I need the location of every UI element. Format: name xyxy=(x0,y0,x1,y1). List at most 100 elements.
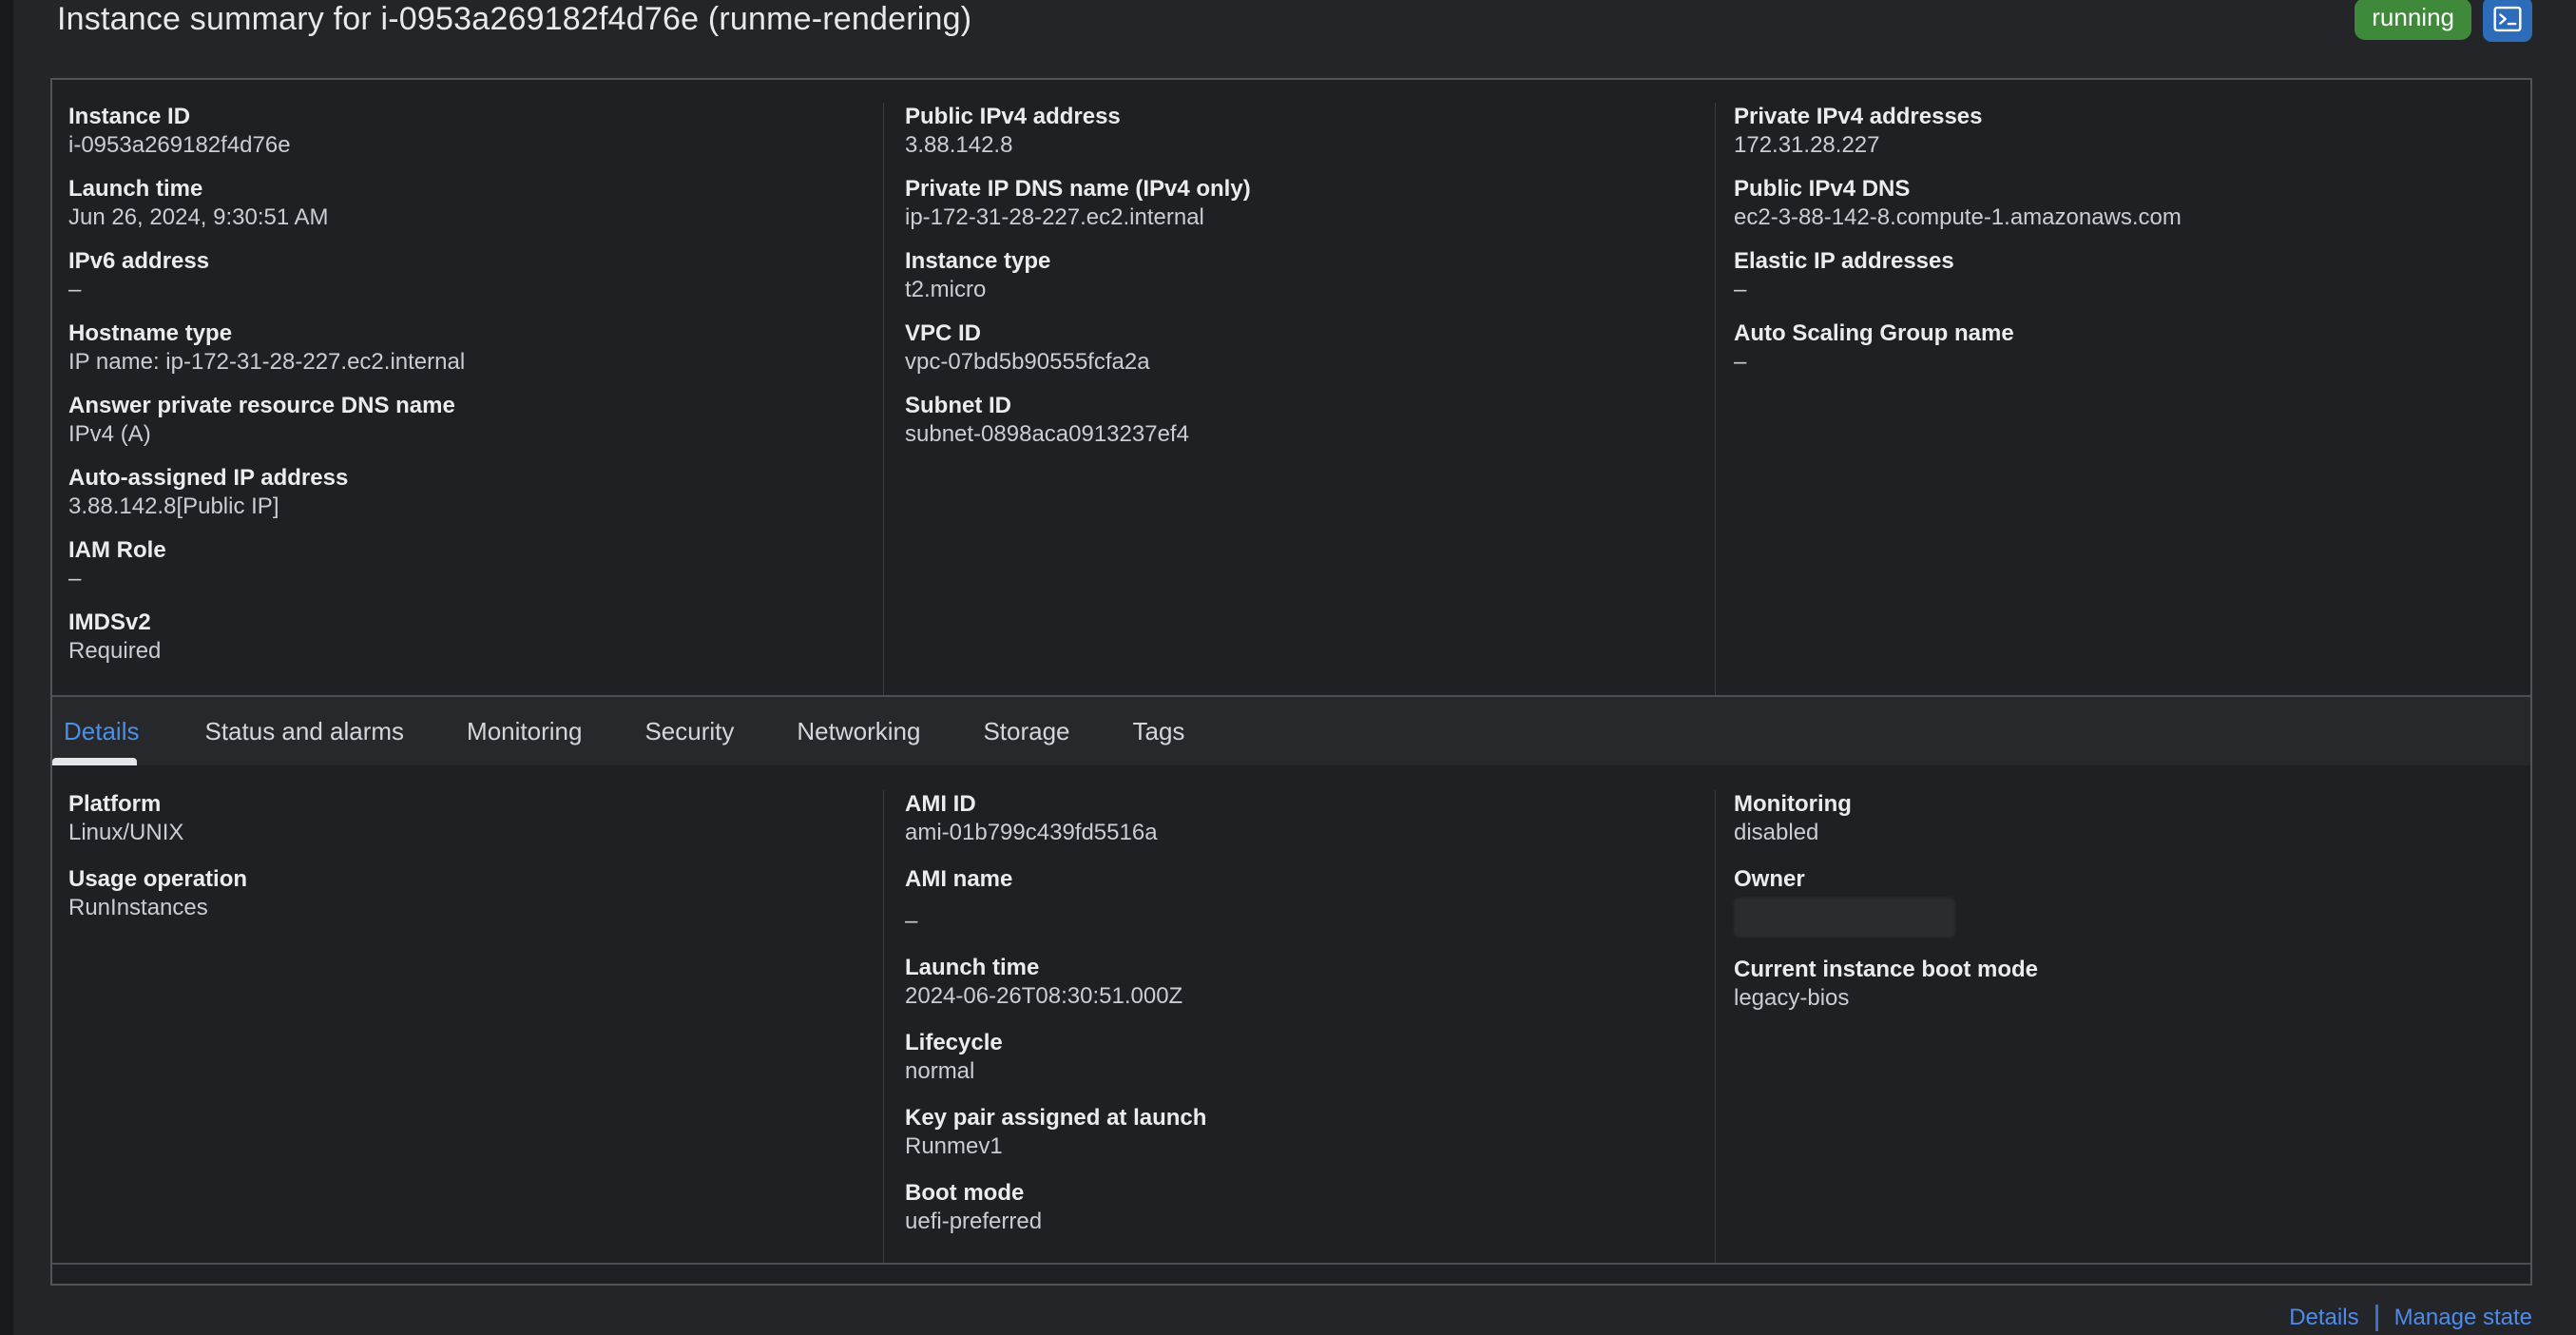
details-column-1: Platform Linux/UNIX Usage operation RunI… xyxy=(52,790,884,1263)
field-current-instance-boot-mode: Current instance boot mode legacy-bios xyxy=(1734,956,2506,1013)
field-value: IP name: ip-172-31-28-227.ec2.internal xyxy=(68,349,466,375)
field-auto-assigned-ip-address: Auto-assigned IP address 3.88.142.8[Publ… xyxy=(68,464,858,521)
instance-summary-header: Instance summary for i-0953a269182f4d76e… xyxy=(57,0,2532,46)
tab-details[interactable]: Details xyxy=(52,697,173,765)
field-ipv6-address: IPv6 address – xyxy=(68,247,858,304)
subnet-id-link[interactable]: subnet-0898aca0913237ef4 xyxy=(905,420,1189,449)
field-label: Private IPv4 addresses xyxy=(1734,104,1983,129)
connect-button[interactable] xyxy=(2483,0,2532,42)
footer-actions: Details Manage state xyxy=(2289,1305,2532,1331)
field-label: Launch time xyxy=(68,176,203,202)
footer-separator xyxy=(2374,1305,2378,1331)
field-subnet-id: Subnet ID subnet-0898aca0913237ef4 xyxy=(905,392,1690,449)
details-link[interactable]: Details xyxy=(2289,1305,2358,1331)
field-label: Hostname type xyxy=(68,320,233,346)
field-iam-role: IAM Role – xyxy=(68,536,858,593)
field-label: Current instance boot mode xyxy=(1734,957,2039,982)
field-ami-name: AMI name – xyxy=(905,865,1690,936)
field-answer-private-resource-dns-name: Answer private resource DNS name IPv4 (A… xyxy=(68,392,858,449)
field-monitoring: Monitoring disabled xyxy=(1734,790,2506,847)
manage-state-link[interactable]: Manage state xyxy=(2394,1305,2532,1331)
field-label: Private IP DNS name (IPv4 only) xyxy=(905,176,1251,202)
field-platform: Platform Linux/UNIX xyxy=(68,790,858,847)
status-badge: running xyxy=(2355,0,2471,41)
field-value: ip-172-31-28-227.ec2.internal xyxy=(905,204,1204,230)
field-value: 172.31.28.227 xyxy=(1734,132,1880,158)
field-label: IPv6 address xyxy=(68,248,210,274)
field-value: Jun 26, 2024, 9:30:51 AM xyxy=(68,204,329,230)
key-pair-link[interactable]: Runmev1 xyxy=(905,1132,1003,1161)
summary-column-3: Private IPv4 addresses 172.31.28.227 Pub… xyxy=(1716,103,2530,695)
field-label: Lifecycle xyxy=(905,1030,1003,1055)
field-value: – xyxy=(1734,277,1747,302)
tab-networking[interactable]: Networking xyxy=(765,697,952,765)
details-column-2: AMI ID ami-01b799c439fd5516a AMI name – … xyxy=(884,790,1716,1263)
field-value: 2024-06-26T08:30:51.000Z xyxy=(905,983,1183,1009)
field-value: uefi-preferred xyxy=(905,1209,1043,1234)
field-lifecycle: Lifecycle normal xyxy=(905,1029,1690,1086)
field-value: – xyxy=(68,566,82,591)
field-private-ipv4-addresses: Private IPv4 addresses 172.31.28.227 xyxy=(1734,103,2506,160)
page-title: Instance summary for i-0953a269182f4d76e… xyxy=(57,0,972,37)
field-label: IMDSv2 xyxy=(68,609,151,635)
field-value: legacy-bios xyxy=(1734,985,1850,1011)
field-label: Boot mode xyxy=(905,1180,1025,1206)
field-instance-type: Instance type t2.micro xyxy=(905,247,1690,304)
field-value: t2.micro xyxy=(905,277,987,302)
field-label: VPC ID xyxy=(905,320,982,346)
field-label: Public IPv4 DNS xyxy=(1734,176,1911,202)
field-public-ipv4-address: Public IPv4 address 3.88.142.8 xyxy=(905,103,1690,160)
field-label: Usage operation xyxy=(68,866,248,892)
field-instance-id: Instance ID i-0953a269182f4d76e xyxy=(68,103,858,160)
field-label: AMI name xyxy=(905,866,1013,892)
field-ami-id: AMI ID ami-01b799c439fd5516a xyxy=(905,790,1690,847)
field-launch-time-utc: Launch time 2024-06-26T08:30:51.000Z xyxy=(905,954,1690,1011)
tab-security[interactable]: Security xyxy=(613,697,765,765)
vpc-id-link[interactable]: vpc-07bd5b90555fcfa2a xyxy=(905,348,1150,377)
field-label: Key pair assigned at launch xyxy=(905,1105,1207,1131)
field-value: 3.88.142.8 xyxy=(905,132,1013,158)
terminal-icon xyxy=(2490,3,2525,35)
field-value: – xyxy=(1734,349,1747,375)
field-value: Required xyxy=(68,638,162,664)
tab-storage[interactable]: Storage xyxy=(952,697,1101,765)
details-tab-panel: Platform Linux/UNIX Usage operation RunI… xyxy=(52,765,2530,1265)
field-elastic-ip-addresses: Elastic IP addresses – xyxy=(1734,247,2506,304)
field-label: Public IPv4 address xyxy=(905,104,1121,129)
field-label: Auto-assigned IP address xyxy=(68,465,349,491)
field-label: Platform xyxy=(68,791,162,817)
field-label: Instance ID xyxy=(68,104,191,129)
field-label: IAM Role xyxy=(68,537,166,563)
field-value: ami-01b799c439fd5516a xyxy=(905,820,1158,845)
tab-status-and-alarms[interactable]: Status and alarms xyxy=(173,697,435,765)
field-value: IPv4 (A) xyxy=(68,421,151,447)
field-imdsv2: IMDSv2 Required xyxy=(68,609,858,666)
field-value: ec2-3-88-142-8.compute-1.amazonaws.com xyxy=(1734,204,2182,230)
field-public-ipv4-dns: Public IPv4 DNS ec2-3-88-142-8.compute-1… xyxy=(1734,175,2506,232)
field-label: Launch time xyxy=(905,955,1040,980)
window-left-edge xyxy=(0,0,13,1335)
field-value: i-0953a269182f4d76e xyxy=(68,132,291,158)
field-label: Instance type xyxy=(905,248,1051,274)
field-boot-mode: Boot mode uefi-preferred xyxy=(905,1179,1690,1236)
tab-tags[interactable]: Tags xyxy=(1102,697,1217,765)
instance-summary-container: Instance ID i-0953a269182f4d76e Launch t… xyxy=(50,78,2532,1286)
field-value: disabled xyxy=(1734,820,1819,845)
field-value: – xyxy=(905,908,918,934)
field-launch-time: Launch time Jun 26, 2024, 9:30:51 AM xyxy=(68,175,858,232)
field-value: normal xyxy=(905,1058,975,1084)
field-label: AMI ID xyxy=(905,791,976,817)
summary-column-1: Instance ID i-0953a269182f4d76e Launch t… xyxy=(52,103,884,695)
field-label: Owner xyxy=(1734,866,1805,892)
tab-monitoring[interactable]: Monitoring xyxy=(435,697,613,765)
field-private-ip-dns-name: Private IP DNS name (IPv4 only) ip-172-3… xyxy=(905,175,1690,232)
field-label: Answer private resource DNS name xyxy=(68,393,455,418)
summary-section: Instance ID i-0953a269182f4d76e Launch t… xyxy=(52,80,2530,697)
field-value: Linux/UNIX xyxy=(68,820,184,845)
field-key-pair-assigned-at-launch: Key pair assigned at launch Runmev1 xyxy=(905,1104,1690,1161)
field-vpc-id: VPC ID vpc-07bd5b90555fcfa2a xyxy=(905,319,1690,377)
field-value: RunInstances xyxy=(68,895,208,920)
field-label: Monitoring xyxy=(1734,791,1852,817)
instance-tabs: Details Status and alarms Monitoring Sec… xyxy=(52,697,2530,765)
field-label: Subnet ID xyxy=(905,393,1011,418)
